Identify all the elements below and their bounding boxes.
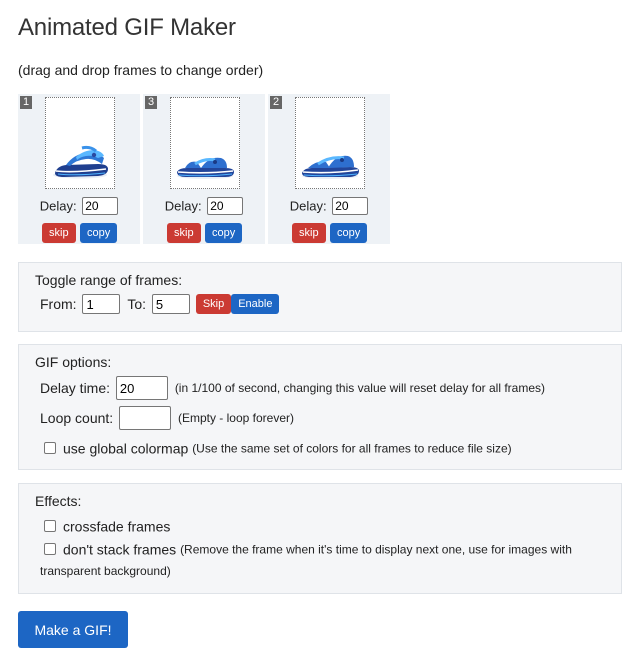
frame-card[interactable]: 1 Delay: skip copy	[18, 94, 140, 244]
frame-delay-input[interactable]	[82, 197, 119, 215]
gif-options-title: GIF options:	[35, 354, 112, 370]
delay-time-input[interactable]	[115, 376, 168, 400]
delay-time-label: Delay time:	[40, 380, 111, 396]
frame-delay-label: Delay:	[164, 198, 202, 214]
colormap-row: use global colormap (Use the same set of…	[44, 439, 512, 456]
make-gif-button[interactable]: Make a GIF!	[18, 611, 128, 648]
frame-delay-row: Delay:	[143, 197, 265, 215]
frame-delay-input[interactable]	[207, 197, 244, 215]
frame-thumbnail[interactable]	[295, 97, 365, 189]
from-label: From:	[40, 296, 77, 312]
loop-count-hint: (Empty - loop forever)	[177, 411, 294, 425]
frame-delay-label: Delay:	[289, 198, 327, 214]
delay-time-row: Delay time: (in 1/100 of second, changin…	[40, 376, 545, 400]
skip-frame-button[interactable]: skip	[292, 223, 326, 243]
frame-thumbnail[interactable]	[45, 97, 115, 189]
sandal-image	[302, 155, 359, 179]
copy-frame-button[interactable]: copy	[205, 223, 243, 243]
frame-thumbnail[interactable]	[170, 97, 240, 189]
frame-number: 2	[270, 96, 282, 109]
frame-card[interactable]: 3 Delay: skip copy	[143, 94, 265, 244]
no-stack-hint-continued: transparent background)	[40, 564, 171, 578]
delay-time-hint: (in 1/100 of second, changing this value…	[174, 381, 546, 395]
enable-range-button[interactable]: Enable	[231, 294, 280, 314]
crossfade-label[interactable]: crossfade frames	[63, 518, 170, 534]
skip-frame-button[interactable]: skip	[167, 223, 201, 243]
toggle-range-panel: Toggle range of frames: From: To: SkipEn…	[18, 262, 622, 332]
copy-frame-button[interactable]: copy	[80, 223, 118, 243]
frame-delay-row: Delay:	[268, 197, 390, 215]
loop-count-input[interactable]	[119, 406, 172, 430]
frame-delay-input[interactable]	[332, 197, 369, 215]
gif-maker-page: Animated GIF Maker (drag and drop frames…	[0, 0, 637, 662]
no-stack-hint: (Remove the frame when it's time to disp…	[180, 542, 572, 557]
effects-panel: Effects: crossfade frames don't stack fr…	[18, 483, 622, 594]
global-colormap-label[interactable]: use global colormap	[63, 440, 188, 456]
frames-list: 1 Delay: skip copy	[18, 94, 390, 246]
no-stack-row: don't stack frames (Remove the frame whe…	[44, 540, 572, 557]
sandal-image	[53, 145, 108, 179]
to-label: To:	[127, 296, 147, 312]
frame-delay-label: Delay:	[39, 198, 77, 214]
frame-actions: skip copy	[42, 223, 118, 243]
toggle-range-title: Toggle range of frames:	[35, 272, 183, 288]
loop-count-row: Loop count: (Empty - loop forever)	[40, 406, 294, 430]
page-title: Animated GIF Maker	[18, 14, 236, 41]
from-input[interactable]	[82, 294, 121, 314]
effects-title: Effects:	[35, 493, 82, 509]
skip-range-button[interactable]: Skip	[195, 294, 232, 314]
gif-options-panel: GIF options: Delay time: (in 1/100 of se…	[18, 344, 622, 470]
frame-card[interactable]: 2 Delay: skip copy	[268, 94, 390, 244]
copy-frame-button[interactable]: copy	[330, 223, 368, 243]
loop-count-label: Loop count:	[40, 410, 114, 426]
frame-number: 3	[145, 96, 157, 109]
global-colormap-checkbox[interactable]	[44, 442, 56, 455]
toggle-range-row: From: To: SkipEnable	[40, 294, 280, 314]
no-stack-checkbox[interactable]	[44, 543, 56, 556]
frame-delay-row: Delay:	[18, 197, 140, 215]
crossfade-checkbox[interactable]	[44, 520, 56, 533]
to-input[interactable]	[151, 294, 190, 314]
global-colormap-hint: (Use the same set of colors for all fram…	[192, 441, 512, 456]
no-stack-label[interactable]: don't stack frames	[63, 541, 176, 557]
page-subtitle: (drag and drop frames to change order)	[18, 62, 264, 78]
sandal-image	[177, 157, 234, 179]
frame-actions: skip copy	[167, 223, 243, 243]
skip-frame-button[interactable]: skip	[42, 223, 76, 243]
frame-actions: skip copy	[292, 223, 368, 243]
frame-number: 1	[20, 96, 32, 109]
crossfade-row: crossfade frames	[44, 517, 170, 534]
